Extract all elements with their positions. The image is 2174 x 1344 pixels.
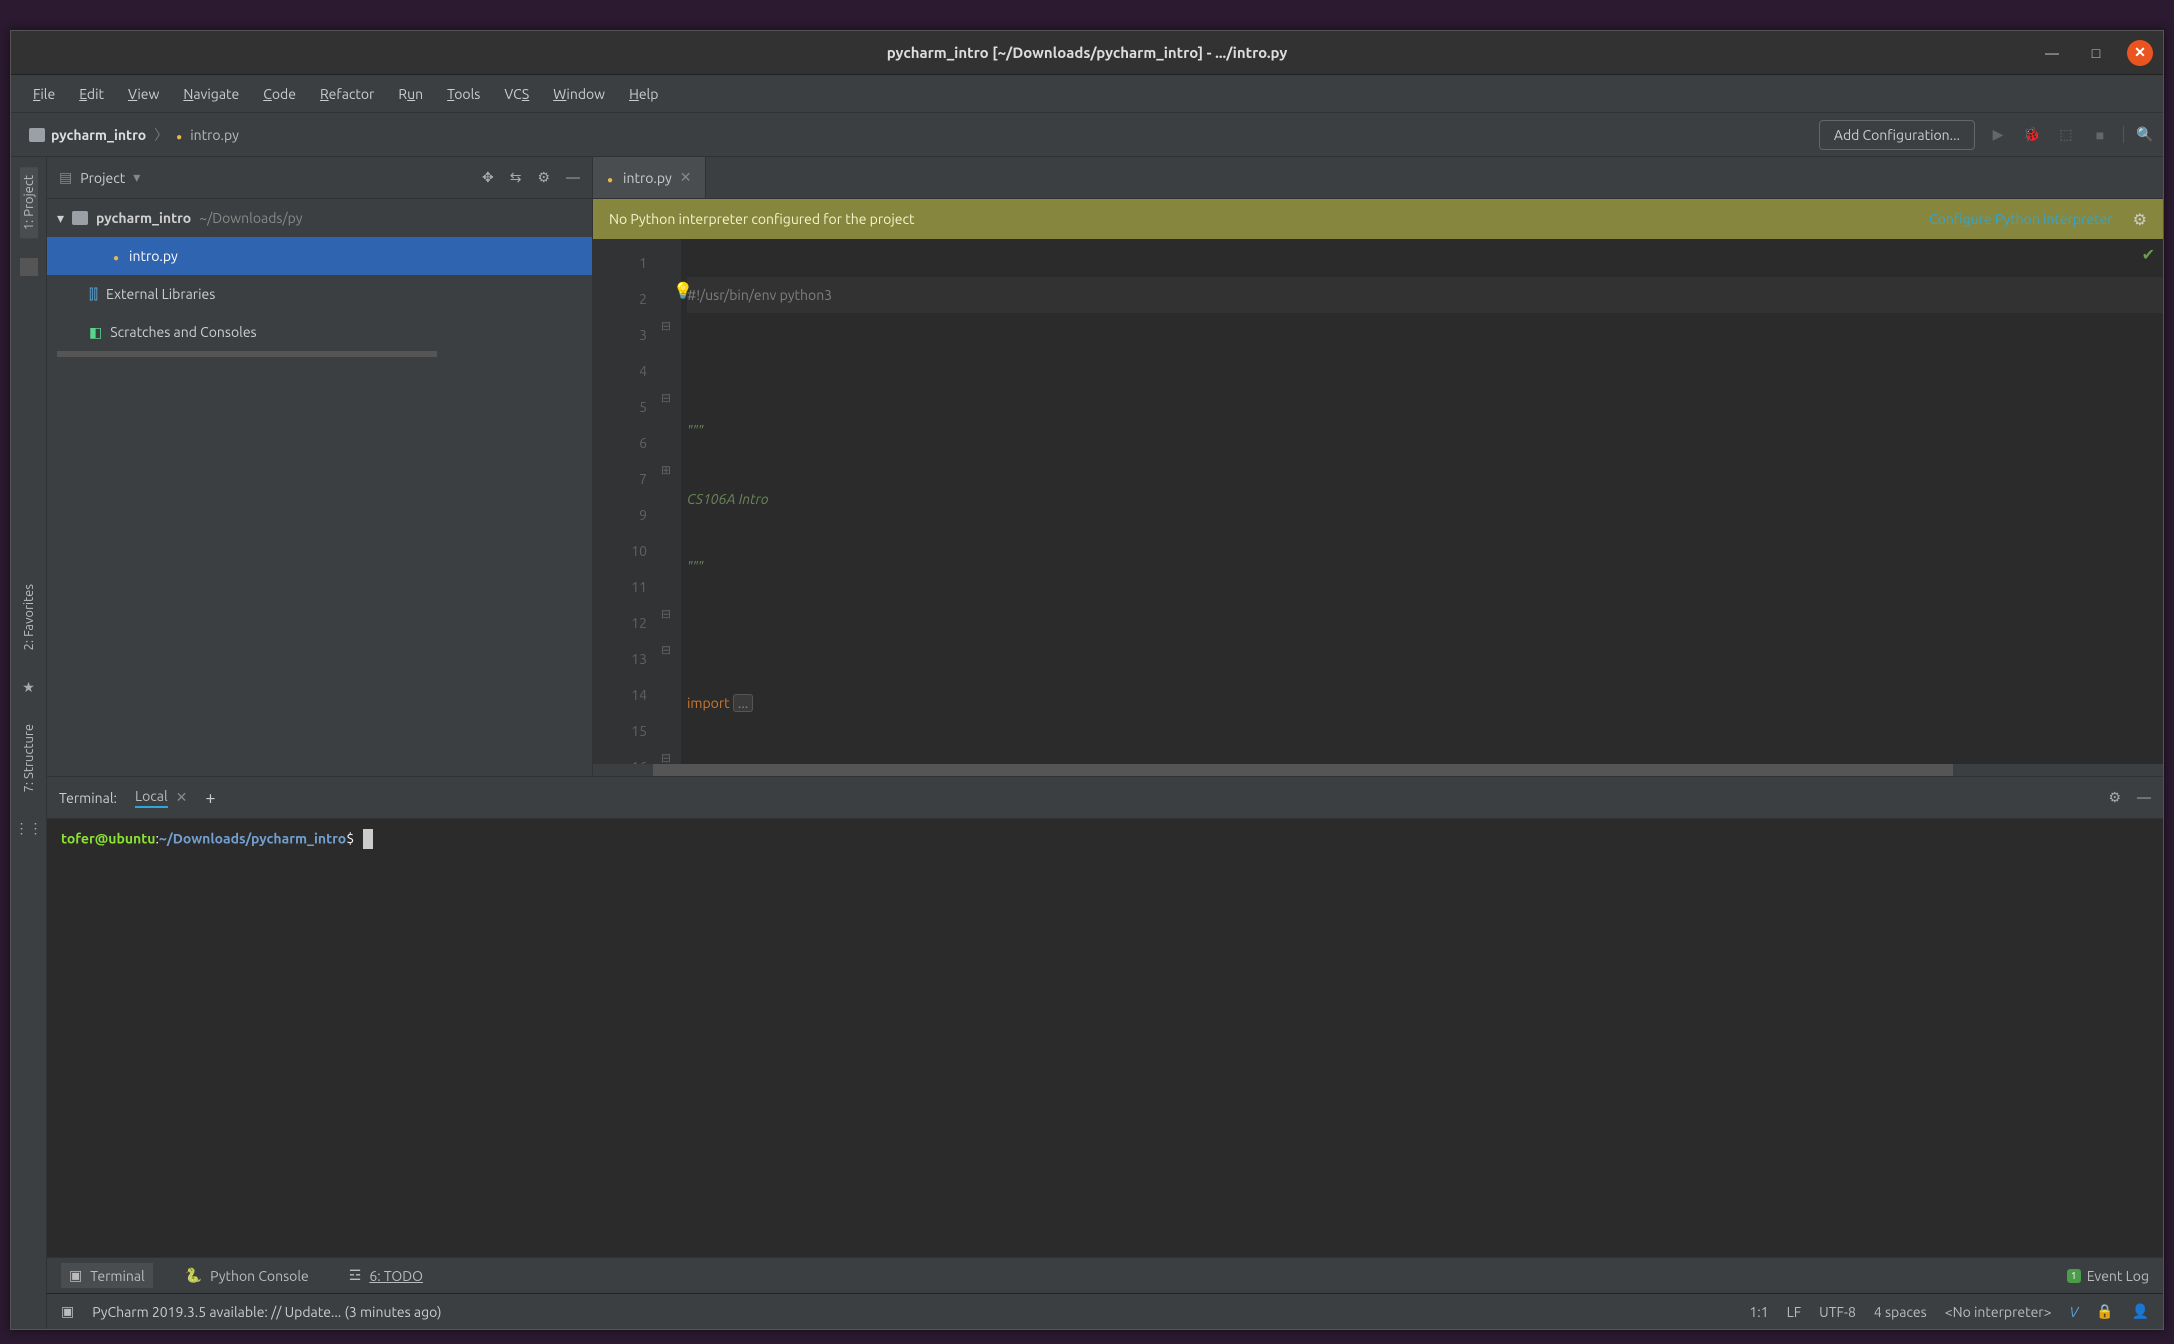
- close-button[interactable]: ✕: [2127, 40, 2153, 66]
- terminal-body[interactable]: tofer@ubuntu:~/Downloads/pycharm_intro$: [47, 819, 2163, 1257]
- fold-gutter[interactable]: ⊟ ⊟ ⊞ ⊟ ⊟ ⊟: [657, 239, 681, 764]
- bottom-tab-python-console[interactable]: 🐍Python Console: [177, 1263, 317, 1288]
- coverage-icon[interactable]: ⬚: [2055, 126, 2077, 143]
- close-terminal-tab-icon[interactable]: ✕: [176, 789, 188, 806]
- hide-terminal-icon[interactable]: —: [2137, 789, 2151, 806]
- run-icon[interactable]: ▶: [1987, 126, 2009, 143]
- hide-panel-icon[interactable]: —: [566, 169, 580, 186]
- menu-vcs[interactable]: VCS: [494, 82, 539, 106]
- scroll-to-source-icon[interactable]: ✥: [482, 169, 494, 186]
- search-icon[interactable]: 🔍: [2123, 126, 2145, 143]
- lock-icon[interactable]: 🔒: [2096, 1303, 2113, 1320]
- tree-scratches[interactable]: ◧ Scratches and Consoles: [47, 313, 592, 351]
- menu-file[interactable]: File: [23, 82, 65, 106]
- add-configuration-button[interactable]: Add Configuration...: [1819, 120, 1975, 150]
- library-icon: ⫿⫿: [89, 286, 98, 303]
- event-log-button[interactable]: 1Event Log: [2067, 1268, 2149, 1284]
- status-notification[interactable]: PyCharm 2019.3.5 available: // Update...…: [92, 1304, 441, 1320]
- menu-bar: File Edit View Navigate Code Refactor Ru…: [11, 75, 2163, 113]
- project-tool-window: ▤ Project ▾ ✥ ⇆ ⚙ — ▾: [47, 157, 593, 776]
- tab-structure[interactable]: 7: Structure: [20, 716, 38, 800]
- navigation-toolbar: pycharm_intro 〉 intro.py Add Configurati…: [11, 113, 2163, 157]
- scratches-icon: ◧: [89, 324, 102, 341]
- collapse-all-icon[interactable]: ⇆: [510, 169, 522, 186]
- star-icon[interactable]: ★: [22, 679, 35, 696]
- menu-help[interactable]: Help: [619, 82, 668, 106]
- tab-project[interactable]: 1: Project: [20, 167, 38, 238]
- menu-run[interactable]: Run: [388, 82, 433, 106]
- editor-tabs: intro.py ✕: [593, 157, 2163, 199]
- tool-window-icon[interactable]: ▣: [61, 1303, 74, 1320]
- indent-setting[interactable]: 4 spaces: [1874, 1304, 1927, 1320]
- todo-icon: ☲: [349, 1267, 362, 1284]
- bottom-tab-todo[interactable]: ☲6: TODO: [341, 1263, 431, 1288]
- breadcrumb-project[interactable]: pycharm_intro: [29, 127, 146, 143]
- close-tab-icon[interactable]: ✕: [680, 169, 692, 186]
- python-icon: 🐍: [185, 1267, 202, 1284]
- menu-refactor[interactable]: Refactor: [310, 82, 384, 106]
- banner-message: No Python interpreter configured for the…: [609, 211, 915, 227]
- python-file-icon: [176, 127, 184, 143]
- minimize-button[interactable]: —: [2039, 40, 2065, 66]
- terminal-gear-icon[interactable]: ⚙: [2108, 789, 2121, 806]
- tab-favorites[interactable]: 2: Favorites: [20, 576, 38, 658]
- bottom-tab-terminal[interactable]: ▣Terminal: [61, 1263, 153, 1288]
- terminal-icon: ▣: [69, 1267, 82, 1284]
- horizontal-scrollbar[interactable]: [57, 351, 437, 357]
- caret-position[interactable]: 1:1: [1749, 1304, 1768, 1320]
- window-title: pycharm_intro [~/Downloads/pycharm_intro…: [11, 44, 2163, 61]
- tree-external-libraries[interactable]: ⫿⫿ External Libraries: [47, 275, 592, 313]
- configure-interpreter-link[interactable]: Configure Python interpreter: [1929, 211, 2113, 227]
- line-separator[interactable]: LF: [1787, 1304, 1802, 1320]
- tree-project-root[interactable]: ▾ pycharm_intro ~/Downloads/py: [47, 199, 592, 237]
- stop-icon[interactable]: ■: [2089, 127, 2111, 143]
- python-file-icon: [607, 170, 615, 186]
- menu-edit[interactable]: Edit: [69, 82, 114, 106]
- file-encoding[interactable]: UTF-8: [1819, 1304, 1856, 1320]
- python-file-icon: [113, 248, 121, 264]
- tree-file-intro[interactable]: intro.py: [47, 237, 592, 275]
- menu-view[interactable]: View: [118, 82, 169, 106]
- folder-icon: [29, 128, 45, 142]
- left-tool-strip: 1: Project 2: Favorites ★ 7: Structure ⋮…: [11, 157, 47, 1329]
- terminal-title: Terminal:: [59, 790, 117, 806]
- new-terminal-icon[interactable]: +: [205, 788, 215, 808]
- breadcrumb: pycharm_intro 〉 intro.py: [29, 125, 239, 145]
- interpreter-status[interactable]: <No interpreter>: [1945, 1304, 2052, 1320]
- inspector-icon[interactable]: 👤: [2132, 1303, 2149, 1320]
- chevron-right-icon: 〉: [154, 125, 168, 145]
- structure-icon[interactable]: ⋮⋮: [15, 820, 43, 837]
- maximize-button[interactable]: □: [2083, 40, 2109, 66]
- terminal-tab-local[interactable]: Local: [135, 788, 168, 808]
- menu-navigate[interactable]: Navigate: [173, 82, 249, 106]
- breadcrumb-file[interactable]: intro.py: [176, 127, 239, 143]
- interpreter-warning-banner: No Python interpreter configured for the…: [593, 199, 2163, 239]
- status-bar: ▣ PyCharm 2019.3.5 available: // Update.…: [47, 1293, 2163, 1329]
- debug-icon[interactable]: 🐞: [2021, 126, 2043, 143]
- line-number-gutter: 123 456 7910 111213 141516: [593, 239, 657, 764]
- inspection-ok-icon[interactable]: ✔: [2142, 245, 2155, 264]
- editor-horizontal-scrollbar[interactable]: [593, 764, 2163, 776]
- intention-bulb-icon[interactable]: 💡: [673, 281, 693, 300]
- folder-icon: [72, 211, 88, 225]
- menu-tools[interactable]: Tools: [437, 82, 490, 106]
- menu-code[interactable]: Code: [253, 82, 306, 106]
- window-titlebar: pycharm_intro [~/Downloads/pycharm_intro…: [11, 31, 2163, 75]
- vim-icon[interactable]: V: [2070, 1304, 2079, 1320]
- banner-gear-icon[interactable]: ⚙: [2133, 210, 2147, 229]
- bottom-tool-strip: ▣Terminal 🐍Python Console ☲6: TODO 1Even…: [47, 1257, 2163, 1293]
- folded-imports[interactable]: ...: [733, 694, 753, 712]
- editor-tab-intro[interactable]: intro.py ✕: [593, 157, 706, 198]
- project-panel-title[interactable]: ▤ Project ▾: [59, 169, 140, 186]
- terminal-tool-window: Terminal: Local ✕ + ⚙ — tofer@ubuntu:~/D…: [47, 777, 2163, 1257]
- gear-icon[interactable]: ⚙: [537, 169, 550, 186]
- project-files-icon[interactable]: [20, 258, 38, 276]
- editor-area: intro.py ✕ No Python interpreter configu…: [593, 157, 2163, 776]
- terminal-cursor: [363, 829, 373, 849]
- menu-window[interactable]: Window: [543, 82, 615, 106]
- code-editor[interactable]: 123 456 7910 111213 141516 ⊟ ⊟ ⊞ ⊟ ⊟: [593, 239, 2163, 764]
